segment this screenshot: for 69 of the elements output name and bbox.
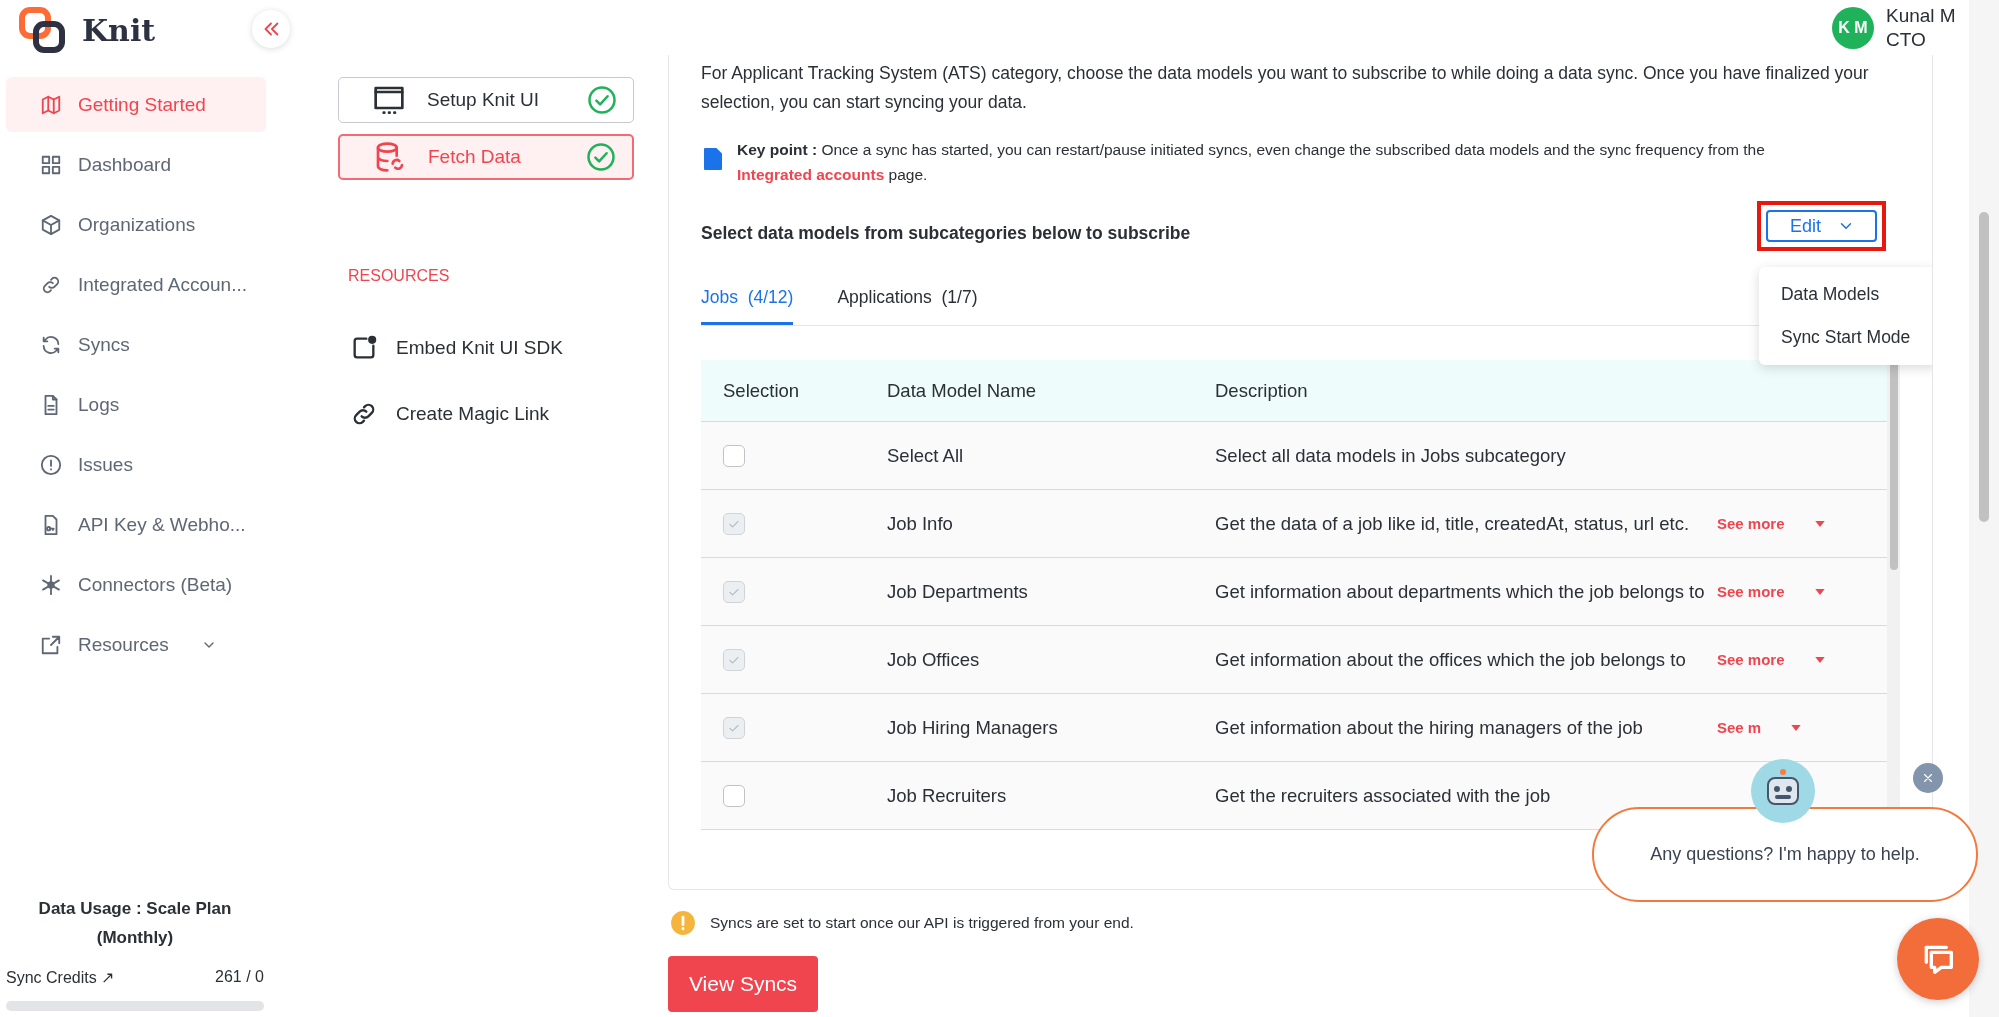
nav-item[interactable]: Logs (6, 377, 266, 432)
table-cell-text: Select All (886, 444, 965, 468)
nav-item[interactable]: Resources (6, 617, 266, 672)
close-button[interactable] (1913, 763, 1943, 793)
robot-avatar-icon (1750, 758, 1816, 824)
section-heading: Select data models from subcategories below to subscribe (701, 223, 1191, 244)
checkbox[interactable] (723, 785, 745, 808)
brand-name: Knit (82, 12, 156, 48)
column-header: Selection (722, 379, 801, 402)
section-heading: RESOURCES (348, 267, 451, 285)
snowflake-icon (40, 573, 62, 596)
table-cell-text: Job Departments (886, 580, 1029, 604)
resource-link[interactable]: Create Magic Link (396, 403, 550, 425)
warning-icon (670, 910, 696, 936)
scrollbar-thumb[interactable] (1979, 212, 1989, 522)
table-cell-text: Get information about the offices which the job belongs to (1215, 648, 1687, 672)
user-role: CTO (1886, 27, 1927, 52)
table-cell-text: Get information about the hiring managers of the job (1215, 716, 1644, 740)
user-name: Kunal M (1886, 3, 1957, 28)
monitor-icon (373, 84, 405, 116)
view-syncs-button[interactable]: View Syncs (668, 956, 818, 1012)
nav-item[interactable]: Issues (6, 437, 266, 492)
table-cell-text: Get information about departments which the job belongs to (1215, 580, 1705, 604)
alert-icon (40, 453, 62, 476)
intro-text: For Applicant Tracking System (ATS) category, choose the data models you want to subscribe to while doing a data sync. Once you have finalized your selection, you can start syncing your data. (701, 62, 1870, 114)
note-icon (701, 147, 725, 171)
column-header: Data Model Name (886, 379, 1038, 402)
table-cell-text: Get the data of a job like id, title, createdAt, status, url etc. (1215, 512, 1691, 536)
grid-icon (40, 153, 62, 176)
menu-item[interactable]: Data Models (1758, 273, 1932, 316)
step-button[interactable]: Fetch Data (338, 134, 634, 180)
nav-item[interactable]: Dashboard (6, 137, 266, 192)
nav-item[interactable]: API Key & Webho... (6, 497, 266, 552)
collapse-button[interactable] (252, 10, 290, 48)
sync-icon (40, 333, 62, 356)
avatar: K M (1832, 6, 1874, 49)
checkbox[interactable] (723, 445, 745, 468)
table-cell-text: Job Offices (886, 648, 981, 672)
integrated-accounts-link[interactable]: Integrated accounts (737, 166, 885, 183)
edit-button[interactable]: Edit (1765, 210, 1877, 242)
key-point-text: Key point : Once a sync has started, you can restart/pause initiated syncs, even change the subscribed data models and the sync frequency from the Integrated accounts page. (737, 140, 1766, 185)
table-cell-text: Job Hiring Managers (886, 716, 1059, 740)
step-button[interactable]: Setup Knit UI (338, 77, 634, 123)
tab[interactable]: Jobs (4/12) (701, 277, 794, 325)
nav-item[interactable]: Getting Started (6, 77, 266, 132)
nav-item[interactable]: Connectors (Beta) (6, 557, 266, 612)
table-cell-text: Select all data models in Jobs subcategory (1215, 444, 1567, 468)
resource-link[interactable]: Embed Knit UI SDK (396, 337, 563, 359)
chat-button[interactable] (1897, 918, 1979, 1000)
credits-link[interactable]: Sync Credits ↗ (6, 968, 115, 987)
usage-title: Data Usage : Scale Plan (Monthly) (37, 898, 233, 949)
notice-text: Syncs are set to start once our API is triggered from your end. (710, 914, 1134, 932)
menu-item[interactable]: Sync Start Mode (1758, 316, 1932, 359)
close-icon (1921, 771, 1935, 785)
table-cell-text: Get the recruiters associated with the job (1215, 784, 1552, 808)
map-icon (40, 93, 62, 116)
external-link-icon (40, 633, 62, 656)
tab[interactable]: Applications (1/7) (837, 277, 978, 325)
database-icon (374, 141, 406, 173)
nav-item[interactable]: Integrated Accoun... (6, 257, 266, 312)
table-cell-text: Job Info (886, 512, 954, 536)
column-header: Description (1214, 379, 1309, 402)
nav-item[interactable]: Organizations (6, 197, 266, 252)
nav-item[interactable]: Syncs (6, 317, 266, 372)
table-cell-text: Job Recruiters (886, 784, 1008, 808)
logo-icon (18, 6, 66, 54)
cube-icon (40, 213, 62, 236)
chat-message: Any questions? I'm happy to help. (1650, 844, 1920, 865)
credits-value: 261 / 0 (215, 968, 264, 987)
